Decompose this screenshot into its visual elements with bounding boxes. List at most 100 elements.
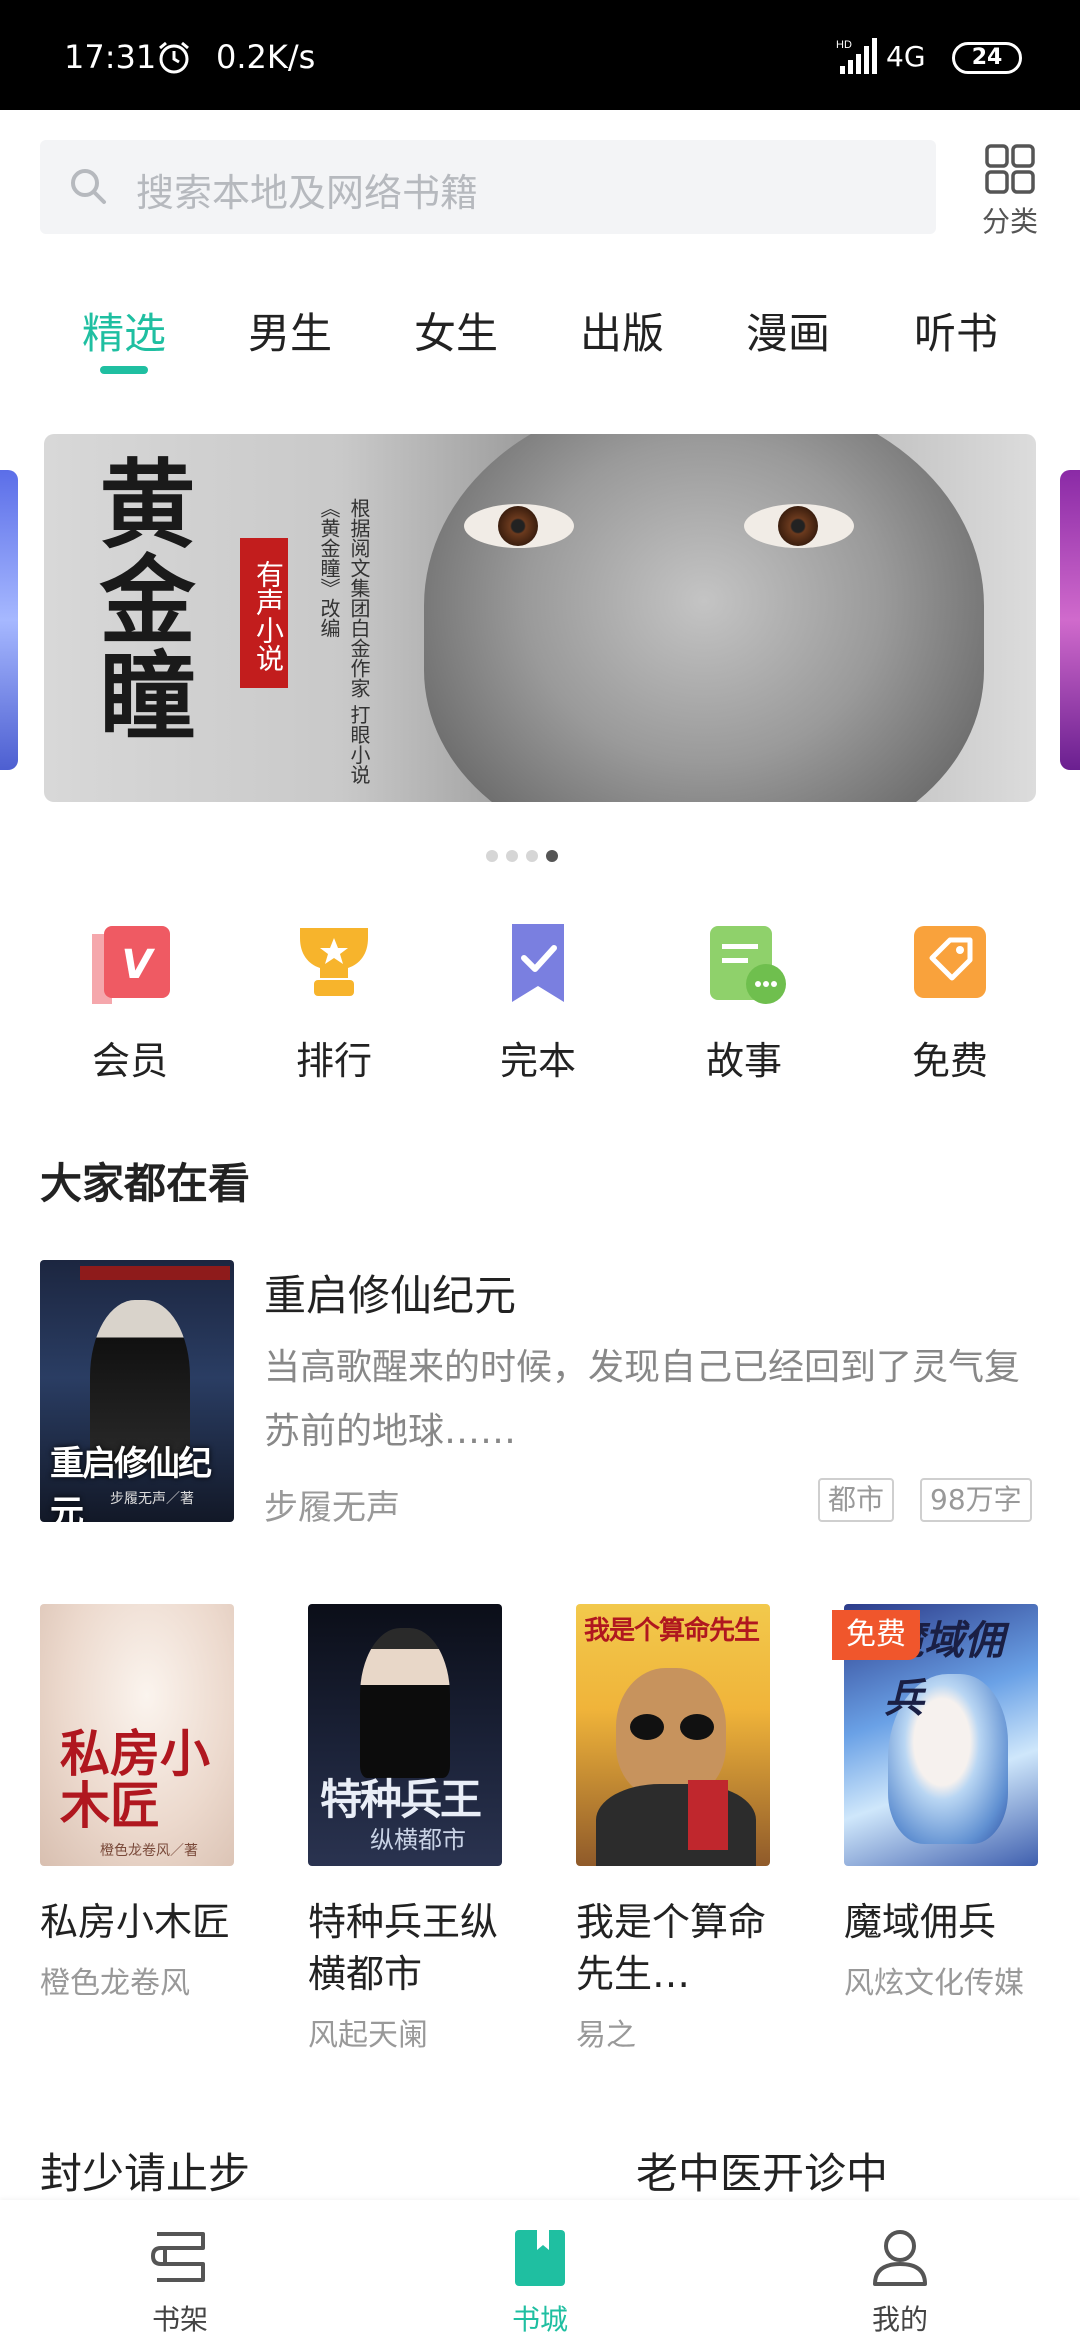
book-title: 我是个算命先生…: [576, 1900, 767, 1996]
svg-text:HD: HD: [836, 39, 852, 51]
section-title: 大家都在看: [40, 1159, 251, 1208]
search-placeholder: 搜索本地及网络书籍: [136, 171, 479, 215]
genre-tag: 都市: [818, 1478, 895, 1522]
cover-glasses: [630, 1714, 714, 1740]
banner-audio-tag: 有声小说: [240, 538, 288, 688]
book-title: 私房小木匠: [40, 1900, 231, 1944]
cover-figure: [360, 1628, 450, 1778]
next-section-title[interactable]: 老中医开诊中: [636, 2140, 888, 2201]
book-card[interactable]: 特种兵王 纵横都市 特种兵王纵横都市 风起天阑: [308, 1604, 502, 2054]
banner-dot-active[interactable]: [546, 850, 558, 862]
cover-title: 特种兵王: [320, 1775, 482, 1824]
cover-subtitle: 纵横都市: [370, 1826, 466, 1854]
quick-link-completed[interactable]: 完本: [468, 914, 608, 1085]
quick-link-ranking[interactable]: 排行: [264, 914, 404, 1085]
nav-profile[interactable]: 我的: [830, 2224, 970, 2338]
profile-icon: [873, 2230, 927, 2286]
quick-link-label: 完本: [499, 1039, 576, 1083]
book-author: 易之: [576, 2018, 636, 2053]
featured-book-description: 当高歌醒来的时候，发现自己已经回到了灵气复苏前的地球……: [264, 1347, 1021, 1452]
bookmark-check-icon: [512, 924, 564, 1002]
nav-bookstore[interactable]: 书城: [470, 2224, 610, 2338]
story-chat-icon: [710, 926, 786, 1004]
tab-featured[interactable]: 精选: [82, 300, 166, 361]
word-count-tag: 98万字: [920, 1478, 1032, 1522]
book-cover: 特种兵王 纵横都市: [308, 1604, 502, 1866]
book-cover: 我是个算命先生: [576, 1604, 770, 1866]
network-speed: 0.2K/s: [216, 38, 316, 76]
featured-book-title[interactable]: 重启修仙纪元: [264, 1262, 516, 1323]
battery-level: 24: [971, 45, 1003, 70]
banner-pagination: [486, 850, 596, 866]
status-bar: 17:31 0.2K/s HD 4G 24: [0, 0, 1080, 110]
search-input[interactable]: 搜索本地及网络书籍: [40, 140, 936, 234]
next-section-title[interactable]: 封少请止步: [40, 2140, 250, 2201]
bookshelf-icon: [151, 2232, 205, 2282]
network-type: 4G: [886, 40, 926, 73]
bookstore-icon: [515, 2230, 565, 2286]
book-author: 橙色龙卷风: [40, 1966, 190, 2001]
featured-book-author: 步履无声: [264, 1488, 400, 1528]
book-author: 风起天阑: [308, 2018, 428, 2053]
tab-female[interactable]: 女生: [414, 300, 498, 361]
banner-eye-left: [464, 504, 574, 548]
quick-link-story[interactable]: 故事: [674, 914, 814, 1085]
search-icon: [71, 169, 106, 204]
banner-dot[interactable]: [526, 850, 538, 862]
quick-link-label: 免费: [911, 1039, 988, 1083]
nav-label: 我的: [871, 2303, 928, 2336]
book-author: 风炫文化传媒: [844, 1966, 1024, 2001]
quick-link-label: 排行: [295, 1039, 372, 1083]
cover-title: 重启修仙纪元: [50, 1444, 212, 1522]
signal-icon: HD: [836, 38, 877, 74]
tab-comics[interactable]: 漫画: [746, 300, 830, 361]
tab-indicator: [100, 366, 148, 374]
nav-bookshelf[interactable]: 书架: [110, 2224, 250, 2338]
category-label: 分类: [981, 205, 1038, 238]
top-tabs: 精选 男生 女生 出版 漫画 听书: [0, 300, 1080, 380]
banner-title: 黄金瞳: [83, 454, 196, 742]
cover-body: [596, 1784, 756, 1866]
banner-next-peek[interactable]: [1060, 470, 1080, 770]
tag-icon: [914, 926, 986, 998]
book-card[interactable]: 我是个算命先生 我是个算命先生… 易之: [576, 1604, 770, 2054]
free-badge: 免费: [832, 1610, 920, 1660]
book-title: 特种兵王纵横都市: [308, 1900, 499, 1996]
vip-icon: V: [92, 926, 170, 1004]
cover-banner-strip: [80, 1266, 230, 1280]
banner-dot[interactable]: [506, 850, 518, 862]
trophy-icon: [300, 928, 368, 996]
cover-author: 橙色龙卷风／著: [100, 1843, 198, 1859]
banner-subtitle: 根据阅文集团白金作家 打眼小说《黄金瞳》改编: [317, 498, 371, 785]
quick-link-label: 会员: [91, 1039, 168, 1083]
book-cover: 私房小木匠 橙色龙卷风／著: [40, 1604, 234, 1866]
banner-prev-peek[interactable]: [0, 470, 18, 770]
cover-prop: [688, 1780, 728, 1850]
battery-icon: 24: [952, 42, 1022, 74]
svg-text:V: V: [122, 942, 156, 988]
banner-dot[interactable]: [486, 850, 498, 862]
book-title: 魔域佣兵: [844, 1900, 997, 1944]
featured-book-cover[interactable]: 重启修仙纪元 步履无声／著: [40, 1260, 234, 1522]
book-card[interactable]: 魔域佣兵 魔域佣兵 风炫文化传媒: [844, 1604, 1038, 2002]
cover-title: 私房小木匠: [60, 1724, 210, 1835]
tab-publish[interactable]: 出版: [580, 300, 664, 361]
bottom-nav: 书架 书城 我的: [0, 2200, 1080, 2340]
cover-title: 我是个算命先生: [584, 1616, 760, 1646]
promo-banner[interactable]: 黄金瞳 有声小说 根据阅文集团白金作家 打眼小说《黄金瞳》改编: [44, 434, 1036, 802]
nav-label: 书城: [511, 2303, 568, 2336]
alarm-icon: [159, 41, 189, 74]
tab-audiobooks[interactable]: 听书: [914, 300, 998, 361]
tab-male[interactable]: 男生: [248, 300, 332, 361]
quick-link-vip[interactable]: V 会员: [60, 914, 200, 1085]
banner-face-image: [424, 434, 984, 802]
quick-link-free[interactable]: 免费: [880, 914, 1020, 1085]
nav-label: 书架: [151, 2303, 208, 2336]
banner-eye-right: [744, 504, 854, 548]
status-time: 17:31: [64, 38, 157, 76]
cover-author: 步履无声／著: [110, 1491, 194, 1507]
grid-icon: [985, 144, 1035, 194]
category-button[interactable]: 分类: [970, 142, 1050, 238]
quick-link-label: 故事: [705, 1039, 782, 1083]
book-card[interactable]: 私房小木匠 橙色龙卷风／著 私房小木匠 橙色龙卷风: [40, 1604, 234, 2002]
